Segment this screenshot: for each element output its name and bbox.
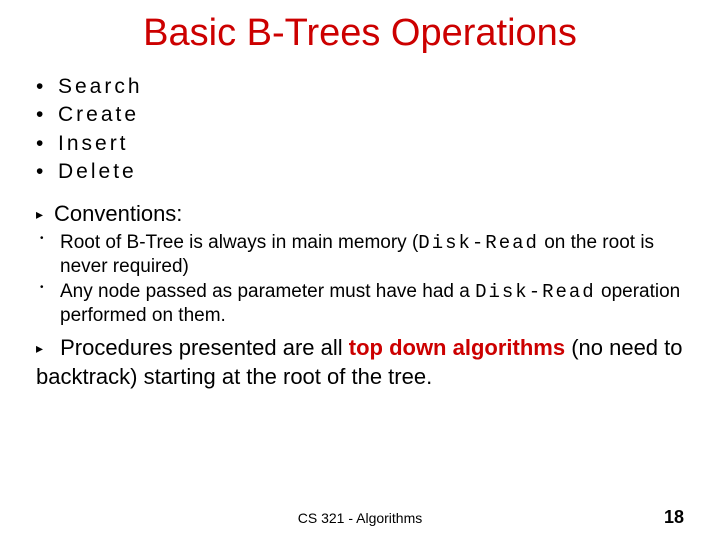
footer-course: CS 321 - Algorithms	[0, 510, 720, 526]
slide-title: Basic B-Trees Operations	[32, 12, 688, 55]
operation-item: Search	[36, 73, 688, 101]
text-fragment: Any node passed as parameter must have h…	[60, 281, 475, 302]
text-fragment: Root of B-Tree is always in main memory …	[60, 232, 418, 253]
code-fragment: Disk-Read	[475, 281, 596, 303]
conventions-section: Conventions: Root of B-Tree is always in…	[36, 200, 688, 328]
convention-item: Root of B-Tree is always in main memory …	[40, 231, 688, 280]
footer-page-number: 18	[664, 507, 684, 528]
operations-list: Search Create Insert Delete	[36, 73, 688, 186]
operation-item: Create	[36, 101, 688, 129]
procedures-text: Procedures presented are all top down al…	[36, 334, 688, 391]
code-fragment: Disk-Read	[418, 232, 539, 254]
operation-item: Insert	[36, 130, 688, 158]
text-fragment: Procedures presented are all	[60, 335, 349, 360]
operation-item: Delete	[36, 158, 688, 186]
conventions-heading: Conventions:	[36, 200, 688, 229]
slide: Basic B-Trees Operations Search Create I…	[0, 0, 720, 540]
procedures-section: Procedures presented are all top down al…	[36, 334, 688, 391]
conventions-list: Root of B-Tree is always in main memory …	[40, 231, 688, 328]
convention-item: Any node passed as parameter must have h…	[40, 280, 688, 329]
emphasis: top down algorithms	[349, 335, 565, 360]
